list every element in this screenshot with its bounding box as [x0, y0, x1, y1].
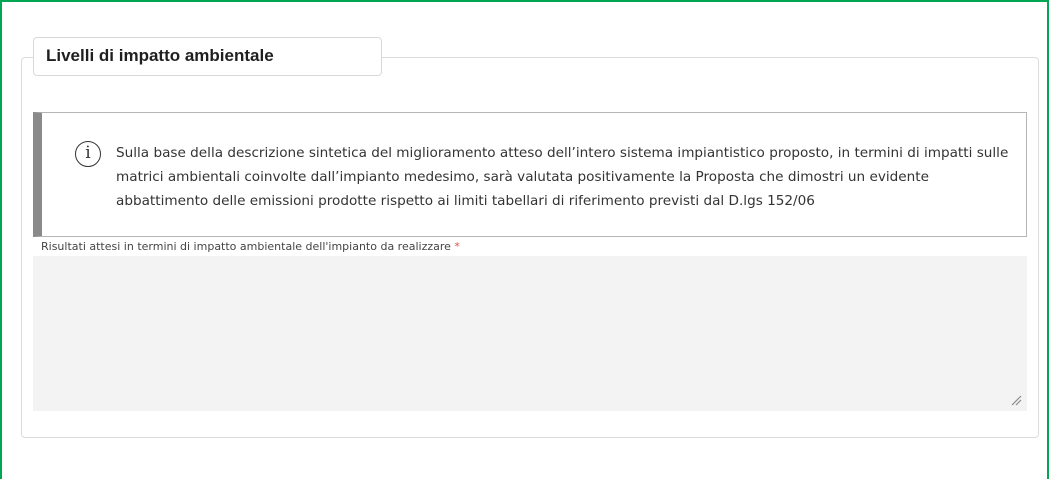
resize-handle-icon[interactable]: [1010, 394, 1022, 406]
required-marker: *: [454, 240, 460, 253]
field-label: Risultati attesi in termini di impatto a…: [41, 240, 460, 253]
impact-results-textarea[interactable]: [33, 256, 1027, 411]
info-callout-text: Sulla base della descrizione sintetica d…: [116, 145, 1009, 209]
info-callout: i Sulla base della descrizione sintetica…: [33, 112, 1027, 237]
section-title: Livelli di impatto ambientale: [33, 37, 382, 76]
field-label-text: Risultati attesi in termini di impatto a…: [41, 240, 451, 253]
info-circle-icon: i: [75, 141, 101, 167]
section-title-text: Livelli di impatto ambientale: [46, 46, 274, 65]
